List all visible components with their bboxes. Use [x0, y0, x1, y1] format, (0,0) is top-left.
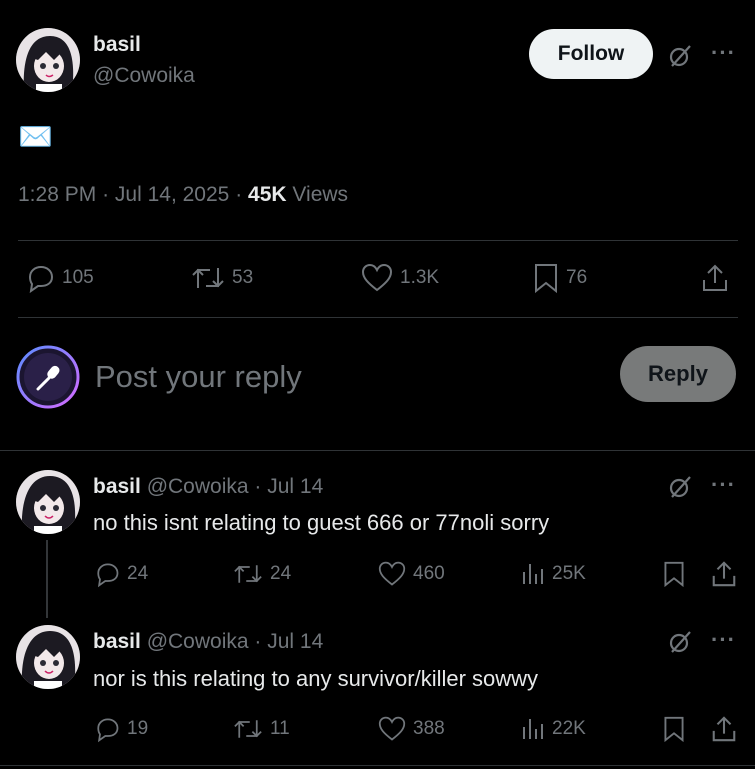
grok-icon[interactable]: [666, 628, 694, 656]
share-action[interactable]: [700, 262, 730, 294]
views-action[interactable]: 25K: [520, 560, 586, 588]
reply-count: 24: [127, 563, 149, 584]
repost-icon: [234, 565, 262, 583]
reply-avatar[interactable]: [16, 625, 80, 689]
reply-handle[interactable]: @Cowoika: [147, 630, 249, 653]
author-display-name[interactable]: basil: [93, 33, 141, 57]
share-icon[interactable]: [710, 559, 738, 594]
repost-action[interactable]: 24: [232, 560, 291, 588]
divider: [0, 450, 755, 451]
reply-header: basil @Cowoika · Jul 14: [93, 630, 323, 654]
divider: [0, 765, 755, 766]
grok-icon[interactable]: [666, 473, 694, 501]
post-meta: 1:28 PM · Jul 14, 2025 · 45K Views: [18, 183, 348, 207]
reply-action[interactable]: 105: [24, 262, 94, 294]
meta-separator: ·: [102, 183, 110, 206]
reply-date[interactable]: Jul 14: [267, 630, 323, 653]
views-label: Views: [292, 183, 349, 206]
bookmark-count: 76: [566, 267, 588, 288]
avatar-art: [16, 28, 80, 92]
post-time[interactable]: 1:28 PM: [18, 183, 96, 206]
reply-action[interactable]: 24: [93, 560, 148, 588]
views-count: 22K: [552, 718, 586, 739]
repost-count: 24: [270, 563, 292, 584]
share-icon: [703, 264, 727, 291]
reply-button[interactable]: Reply: [620, 346, 736, 402]
reply-display-name[interactable]: basil: [93, 630, 141, 653]
reply-display-name[interactable]: basil: [93, 475, 141, 498]
meta-separator: ·: [235, 183, 243, 206]
reply-text: nor is this relating to any survivor/kil…: [93, 666, 539, 691]
reply-action[interactable]: 19: [93, 715, 148, 743]
like-count: 1.3K: [400, 267, 440, 288]
reply-icon: [97, 718, 119, 743]
reply-count: 105: [62, 267, 94, 288]
post-date[interactable]: Jul 14, 2025: [115, 183, 229, 206]
more-icon[interactable]: ···: [711, 40, 736, 66]
repost-count: 53: [232, 267, 254, 288]
like-action[interactable]: 1.3K: [360, 262, 439, 294]
grok-icon[interactable]: [666, 42, 694, 70]
composer-avatar[interactable]: [16, 345, 80, 409]
repost-action[interactable]: 11: [232, 715, 290, 743]
reply-handle[interactable]: @Cowoika: [147, 475, 249, 498]
reply-count: 19: [127, 718, 149, 739]
repost-count: 11: [270, 718, 290, 739]
author-avatar[interactable]: [16, 28, 80, 92]
views-count: 45K: [248, 183, 287, 206]
thread-line: [46, 540, 48, 618]
author-handle[interactable]: @Cowoika: [93, 64, 195, 88]
post-body-emoji: ✉️: [18, 121, 53, 152]
reply-icon: [97, 563, 119, 588]
heart-icon: [361, 263, 393, 292]
views-icon: [523, 564, 543, 584]
follow-button[interactable]: Follow: [529, 29, 653, 79]
like-action[interactable]: 388: [377, 715, 445, 743]
bookmark-action[interactable]: 76: [532, 262, 587, 294]
heart-icon: [378, 716, 406, 741]
reply-header: basil @Cowoika · Jul 14: [93, 475, 323, 499]
reply-icon: [28, 265, 54, 294]
divider: [18, 317, 738, 318]
bookmark-icon[interactable]: [662, 560, 686, 593]
repost-action[interactable]: 53: [190, 262, 253, 294]
views-icon: [523, 719, 543, 739]
reply-input[interactable]: [95, 355, 595, 399]
reply-avatar[interactable]: [16, 470, 80, 534]
views-count: 25K: [552, 563, 586, 584]
more-icon[interactable]: ···: [711, 472, 736, 498]
heart-icon: [378, 561, 406, 586]
bookmark-icon[interactable]: [662, 715, 686, 748]
repost-icon: [192, 268, 224, 288]
share-icon[interactable]: [710, 714, 738, 749]
views-action[interactable]: 22K: [520, 715, 586, 743]
meta-separator: ·: [254, 630, 262, 653]
reply-text: no this isnt relating to guest 666 or 77…: [93, 510, 550, 535]
like-action[interactable]: 460: [377, 560, 445, 588]
like-count: 460: [413, 563, 445, 584]
meta-separator: ·: [254, 475, 262, 498]
reply-date[interactable]: Jul 14: [267, 475, 323, 498]
bookmark-icon: [535, 264, 557, 294]
more-icon[interactable]: ···: [711, 627, 736, 653]
repost-icon: [234, 720, 262, 738]
divider: [18, 240, 738, 241]
like-count: 388: [413, 718, 445, 739]
